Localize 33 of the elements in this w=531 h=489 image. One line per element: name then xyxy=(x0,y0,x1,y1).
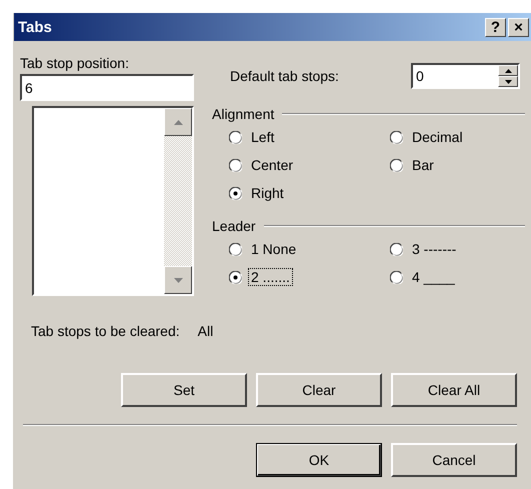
down-arrow-icon xyxy=(174,278,182,282)
group-label: Alignment xyxy=(212,105,274,123)
tab-stop-list[interactable] xyxy=(32,106,194,296)
default-tab-stops-spinner[interactable]: 0 xyxy=(411,63,520,89)
scrollbar[interactable] xyxy=(164,108,192,294)
close-button[interactable]: × xyxy=(508,18,529,36)
tab-stop-position-field[interactable]: 6 xyxy=(20,74,194,101)
up-arrow-icon xyxy=(504,68,512,72)
radio-button[interactable]: Right xyxy=(229,179,287,207)
scroll-down-button[interactable] xyxy=(164,266,192,294)
dialog-button[interactable]: OK xyxy=(256,443,382,477)
action-button[interactable]: Set xyxy=(121,373,247,407)
radio-button[interactable]: Left xyxy=(229,123,278,151)
cleared-label: Tab stops to be cleared: xyxy=(31,322,180,340)
up-arrow-icon xyxy=(174,120,182,124)
dialog-button[interactable]: Cancel xyxy=(391,443,517,477)
down-arrow-icon xyxy=(504,80,512,84)
radio-button[interactable]: 4 ____ xyxy=(390,263,458,291)
field-label: Tab stop position: xyxy=(20,54,130,72)
radio-button[interactable]: 2 ....... xyxy=(229,263,293,291)
radio-button[interactable]: Decimal xyxy=(390,123,466,151)
window-title: Tabs xyxy=(18,18,53,36)
field-label: Default tab stops: xyxy=(230,67,340,85)
group-label: Leader xyxy=(212,217,256,235)
radio-button[interactable]: 3 ------- xyxy=(390,235,460,263)
scroll-up-button[interactable] xyxy=(164,108,192,136)
help-button[interactable]: ? xyxy=(485,18,506,36)
action-button[interactable]: Clear All xyxy=(391,373,517,407)
radio-button[interactable]: Center xyxy=(229,151,296,179)
radio-button[interactable]: 1 None xyxy=(229,235,300,263)
radio-button[interactable]: Bar xyxy=(390,151,437,179)
action-button[interactable]: Clear xyxy=(256,373,382,407)
cleared-value: All xyxy=(198,322,214,340)
